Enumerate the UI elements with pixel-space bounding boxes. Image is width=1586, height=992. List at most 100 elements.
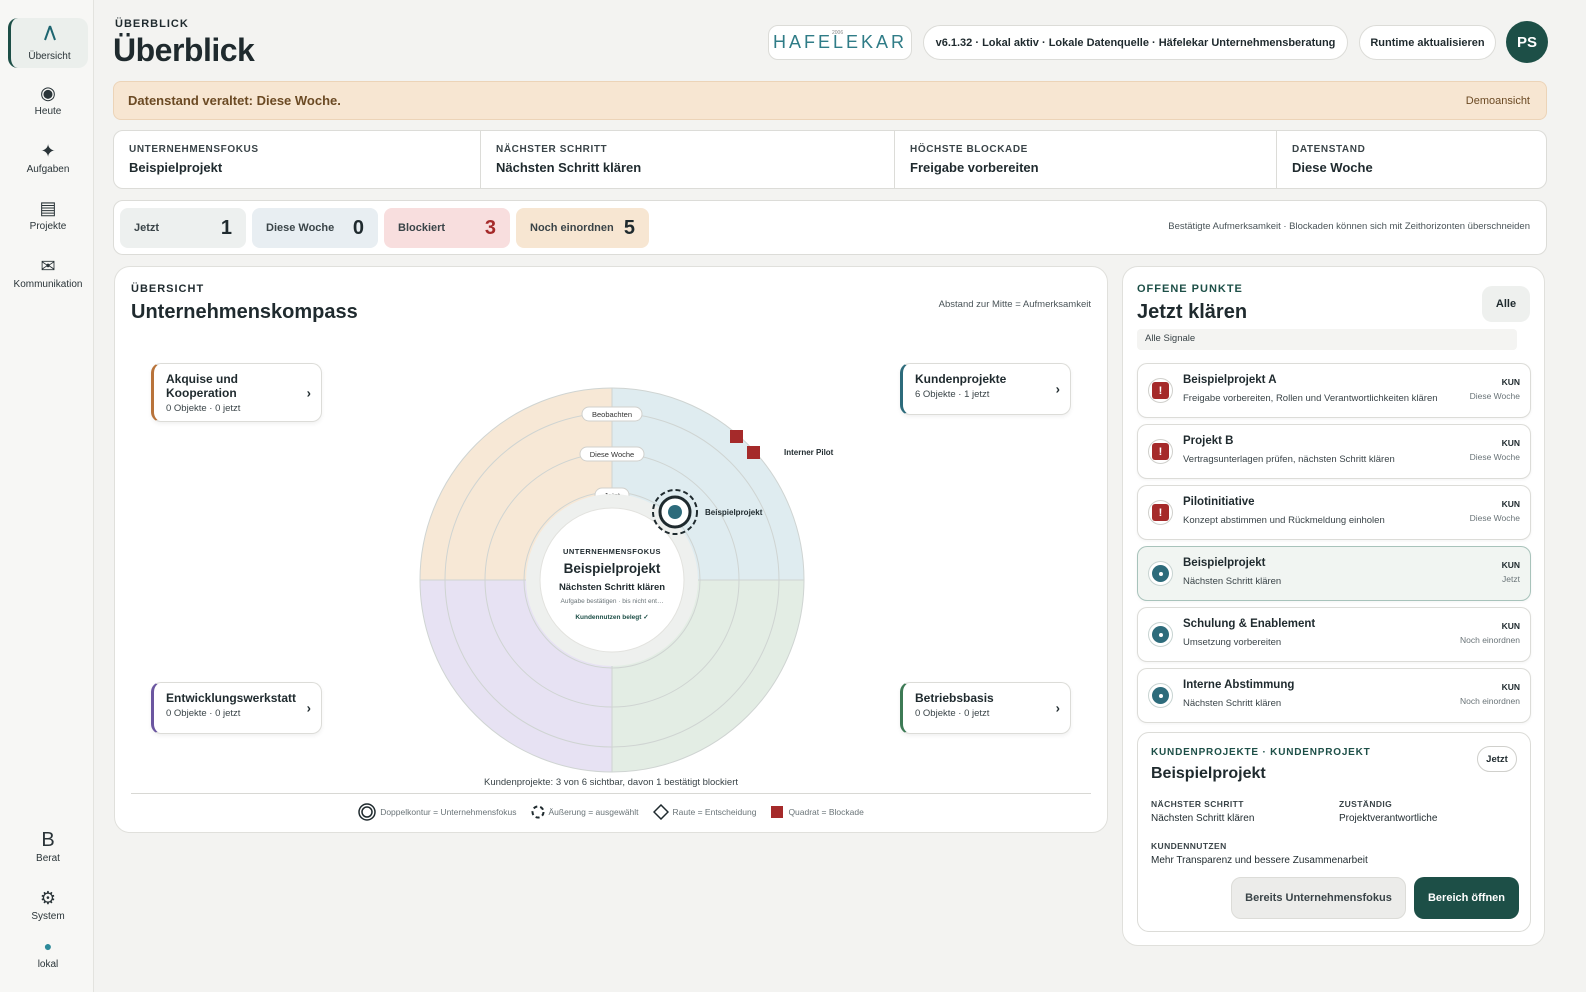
blockade-marker[interactable]: [747, 446, 760, 459]
divider: [131, 793, 1091, 794]
sidebar-item-system[interactable]: ⚙ System: [8, 880, 88, 930]
focus-cell-naechster-schritt[interactable]: NÄCHSTER SCHRITT Nächsten Schritt klären: [481, 131, 895, 188]
runtime-status-pill: v6.1.32 · Lokal aktiv · Lokale Datenquel…: [923, 25, 1348, 60]
mail-icon: ✉: [40, 256, 56, 276]
sidebar-item-label: System: [31, 911, 65, 922]
sidebar-item-heute[interactable]: ◉ Heute: [8, 75, 88, 125]
focus-cell-hoechste-blockade[interactable]: HÖCHSTE BLOCKADE Freigabe vorbereiten: [895, 131, 1277, 188]
field-value: Projektverantwortliche: [1339, 813, 1438, 824]
panel-title: Jetzt klären: [1137, 301, 1248, 323]
legend-text: Äußerung = ausgewählt: [548, 807, 639, 817]
legend-text: Quadrat = Blockade: [788, 807, 864, 817]
center-benefit: Kundennutzen belegt ✓: [575, 614, 648, 621]
list-item[interactable]: ! Projekt B Vertragsunterlagen prüfen, n…: [1137, 424, 1531, 479]
legend-item: Quadrat = Blockade: [770, 805, 864, 819]
ring-label-text: Beobachten: [592, 410, 632, 419]
count-label: Noch einordnen: [530, 222, 614, 234]
zone-name: Betriebsbasis: [915, 691, 994, 705]
sidebar: Übersicht ◉ Heute ✦ Aufgaben ▤ Projekte …: [0, 0, 94, 992]
zone-kundenprojekte[interactable]: Kundenprojekte 6 Objekte · 1 jetzt ›: [900, 363, 1071, 415]
count-label: Blockiert: [398, 222, 446, 234]
banner-message: Datenstand veraltet: Diese Woche.: [128, 93, 341, 108]
item-title: Schulung & Enablement: [1183, 618, 1316, 630]
status-dot-icon: ●: [43, 938, 53, 954]
center-title: Beispielprojekt: [564, 561, 661, 576]
sidebar-item-label: Projekte: [29, 221, 67, 232]
sidebar-item-aufgaben[interactable]: ✦ Aufgaben: [8, 133, 88, 183]
list-item[interactable]: ! Beispielprojekt A Freigabe vorbereiten…: [1137, 363, 1531, 418]
open-area-button[interactable]: Bereich öffnen: [1414, 877, 1519, 919]
item-kind: KUN: [1501, 621, 1520, 631]
sidebar-item-label: Kommunikation: [13, 279, 83, 290]
stale-data-banner: Datenstand veraltet: Diese Woche. Demoan…: [113, 81, 1547, 120]
zone-sub: 0 Objekte · 0 jetzt: [166, 403, 241, 414]
count-diese-woche[interactable]: Diese Woche 0: [252, 208, 378, 248]
sidebar-item-label: Aufgaben: [26, 164, 70, 175]
count-blockiert[interactable]: Blockiert 3: [384, 208, 510, 248]
sidebar-item-projekte[interactable]: ▤ Projekte: [8, 190, 88, 240]
double-ring-icon: [358, 803, 376, 821]
ring-label-text: Diese Woche: [590, 450, 634, 459]
project-dot-icon: [1148, 683, 1173, 708]
chevron-right-icon: ›: [1055, 381, 1060, 397]
field-label: KUNDENNUTZEN: [1151, 841, 1227, 851]
zone-name: Kundenprojekte: [915, 372, 1007, 386]
diamond-icon: [652, 804, 669, 820]
already-focus-button[interactable]: Bereits Unternehmensfokus: [1231, 877, 1406, 919]
dashed-ring-icon: [531, 805, 545, 819]
sidebar-item-lokal[interactable]: ● lokal: [8, 928, 88, 978]
sidebar-item-uebersicht[interactable]: Übersicht: [8, 18, 88, 68]
field-label: NÄCHSTER SCHRITT: [1151, 799, 1244, 809]
list-item[interactable]: ! Pilotinitiative Konzept abstimmen und …: [1137, 485, 1531, 540]
square-icon: [771, 806, 784, 818]
sidebar-item-kommunikation[interactable]: ✉ Kommunikation: [8, 248, 88, 298]
refresh-runtime-button[interactable]: Runtime aktualisieren: [1359, 25, 1496, 60]
page-title: Überblick: [113, 32, 255, 68]
filter-all-button[interactable]: Alle: [1482, 286, 1530, 322]
compass-footer: Kundenprojekte: 3 von 6 sichtbar, davon …: [483, 777, 739, 788]
item-sub: Konzept abstimmen und Rückmeldung einhol…: [1183, 515, 1385, 526]
focus-cell-unternehmensfokus[interactable]: UNTERNEHMENSFOKUS Beispielprojekt: [114, 131, 481, 188]
zone-sub: 6 Objekte · 1 jetzt: [915, 389, 990, 400]
item-kind: KUN: [1501, 377, 1520, 387]
count-noch-einordnen[interactable]: Noch einordnen 5: [516, 208, 649, 248]
legend-text: Raute = Entscheidung: [672, 807, 757, 817]
item-horizon: Diese Woche: [1469, 391, 1520, 401]
list-item[interactable]: Interne Abstimmung Nächsten Schritt klär…: [1137, 668, 1531, 723]
item-title: Beispielprojekt: [1183, 557, 1266, 569]
blockade-marker[interactable]: [730, 430, 743, 443]
zone-betriebsbasis[interactable]: Betriebsbasis 0 Objekte · 0 jetzt ›: [900, 682, 1071, 734]
item-sub: Nächsten Schritt klären: [1183, 698, 1282, 709]
signal-filter[interactable]: Alle Signale: [1137, 329, 1517, 350]
open-points-panel: OFFENE PUNKTE Jetzt klären Alle Alle Sig…: [1122, 266, 1545, 946]
focus-value: Freigabe vorbereiten: [910, 160, 1039, 175]
legend-item: Raute = Entscheidung: [652, 804, 757, 820]
horizon-badge[interactable]: Jetzt: [1477, 746, 1517, 772]
center-step: Nächsten Schritt klären: [559, 582, 665, 593]
detail-kicker: KUNDENPROJEKTE · KUNDENPROJEKT: [1151, 747, 1371, 758]
avatar[interactable]: PS: [1506, 21, 1548, 63]
focus-value: Nächsten Schritt klären: [496, 160, 642, 175]
compass-card: ÜBERSICHT Unternehmenskompass Abstand zu…: [114, 266, 1108, 833]
project-dot-icon: [1148, 622, 1173, 647]
sidebar-item-label: lokal: [37, 959, 59, 970]
count-value: 5: [623, 216, 635, 239]
focus-value: Beispielprojekt: [129, 160, 223, 175]
sidebar-item-berat[interactable]: B Berat: [8, 822, 88, 872]
legend-item: Doppelkontur = Unternehmensfokus: [358, 803, 517, 821]
chevron-right-icon: ›: [306, 700, 311, 716]
list-item-selected[interactable]: Beispielprojekt Nächsten Schritt klären …: [1137, 546, 1531, 601]
legend-item: Äußerung = ausgewählt: [531, 805, 639, 819]
count-value: 1: [220, 216, 232, 239]
chevron-right-icon: ›: [1055, 700, 1060, 716]
count-jetzt[interactable]: Jetzt 1: [120, 208, 246, 248]
focus-cell-datenstand[interactable]: DATENSTAND Diese Woche: [1277, 131, 1546, 188]
item-title: Beispielprojekt A: [1183, 374, 1277, 386]
zone-akquise[interactable]: Akquise und Kooperation 0 Objekte · 0 je…: [151, 363, 322, 422]
item-sub: Umsetzung vorbereiten: [1183, 637, 1282, 648]
chevron-right-icon: ›: [306, 385, 311, 400]
focus-label: UNTERNEHMENSFOKUS: [129, 144, 259, 155]
zone-entwicklungswerkstatt[interactable]: Entwicklungswerkstatt 0 Objekte · 0 jetz…: [151, 682, 322, 734]
item-kind: KUN: [1501, 499, 1520, 509]
list-item[interactable]: Schulung & Enablement Umsetzung vorberei…: [1137, 607, 1531, 662]
